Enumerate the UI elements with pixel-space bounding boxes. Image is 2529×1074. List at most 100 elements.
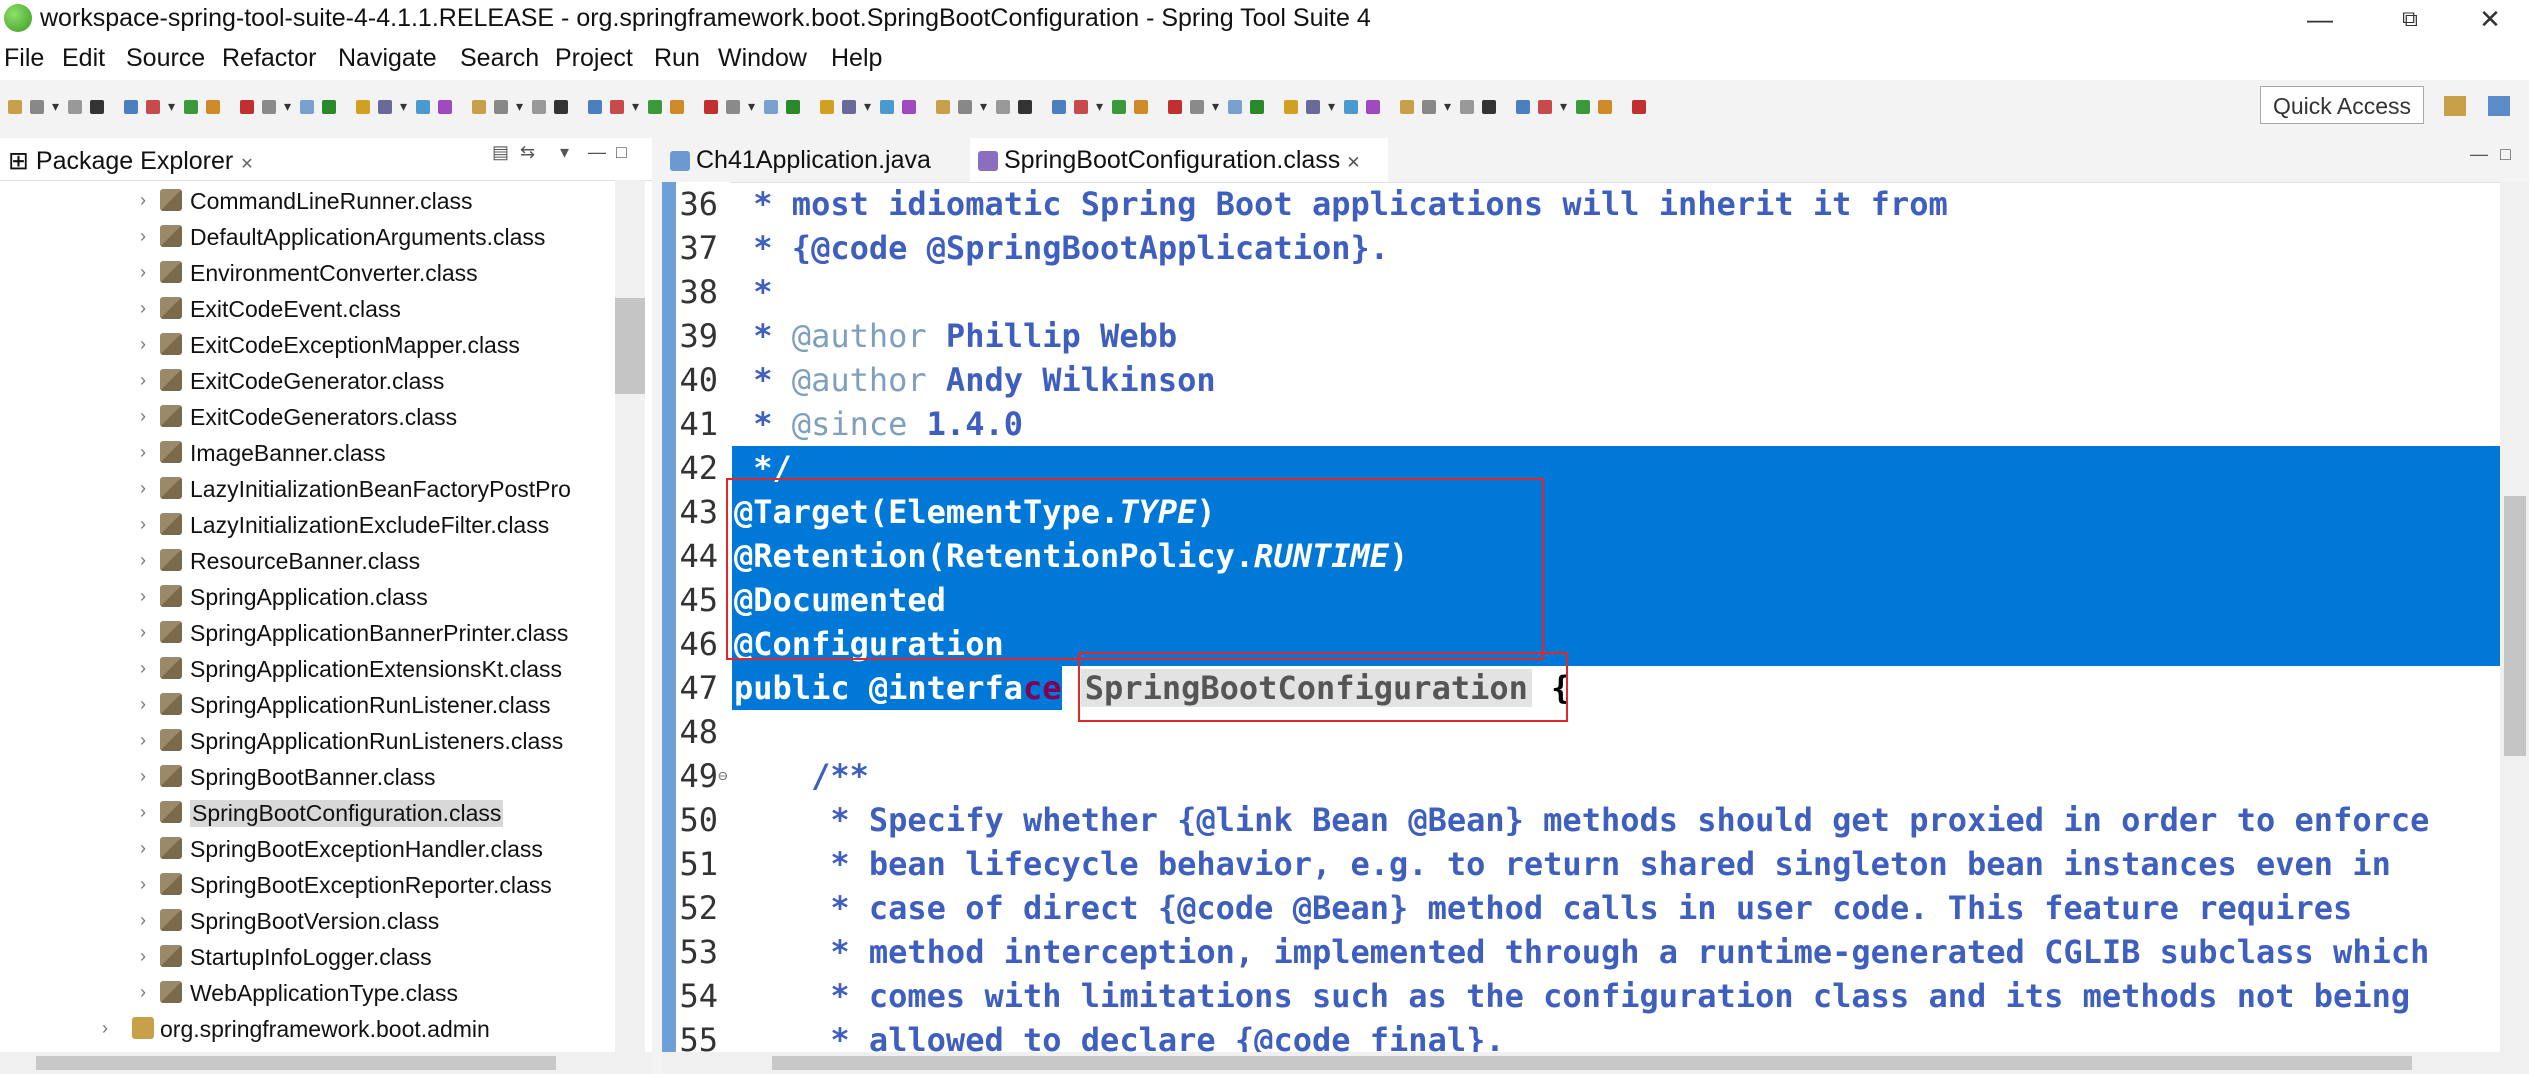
toolbar-dropdown-arrow-icon[interactable]: ▾ (400, 98, 407, 115)
toolbar-action-icon[interactable] (1538, 100, 1552, 114)
toolbar-action-icon[interactable] (1366, 100, 1380, 114)
menu-search[interactable]: Search (460, 44, 539, 73)
tree-class-item[interactable]: › SpringBootBanner.class (0, 760, 615, 796)
toolbar-action-icon[interactable] (764, 100, 778, 114)
toolbar-action-icon[interactable] (554, 100, 568, 114)
tree-class-item[interactable]: › ExitCodeExceptionMapper.class (0, 328, 615, 364)
toolbar-action-icon[interactable] (820, 100, 834, 114)
view-menu-icon[interactable]: ▾ (560, 142, 569, 163)
tree-class-item[interactable]: › EnvironmentConverter.class (0, 256, 615, 292)
tree-class-item[interactable]: › ExitCodeEvent.class (0, 292, 615, 328)
expand-chevron-icon[interactable]: › (140, 298, 146, 319)
expand-chevron-icon[interactable]: › (140, 874, 146, 895)
restore-button[interactable]: ⧉ (2380, 2, 2440, 36)
menu-source[interactable]: Source (126, 44, 205, 73)
toolbar-action-icon[interactable] (1516, 100, 1530, 114)
expand-chevron-icon[interactable]: › (140, 442, 146, 463)
code-line[interactable]: 37 * {@code @SpringBootApplication}. (676, 226, 2500, 270)
tree-class-item[interactable]: › ExitCodeGenerator.class (0, 364, 615, 400)
toolbar-action-icon[interactable] (936, 100, 950, 114)
toolbar-action-icon[interactable] (610, 100, 624, 114)
toolbar-action-icon[interactable] (300, 100, 314, 114)
toolbar-action-icon[interactable] (670, 100, 684, 114)
code-line[interactable]: 48 (676, 710, 2500, 754)
tab-close-icon[interactable]: ✕ (1346, 153, 1360, 172)
expand-chevron-icon[interactable]: › (140, 262, 146, 283)
toolbar-dropdown-arrow-icon[interactable]: ▾ (980, 98, 987, 115)
expand-chevron-icon[interactable]: › (140, 622, 146, 643)
toolbar-dropdown-arrow-icon[interactable]: ▾ (1444, 98, 1451, 115)
toolbar-action-icon[interactable] (1190, 100, 1204, 114)
toolbar-action-icon[interactable] (494, 100, 508, 114)
expand-chevron-icon[interactable]: › (140, 478, 146, 499)
toolbar-action-icon[interactable] (648, 100, 662, 114)
toolbar-action-icon[interactable] (206, 100, 220, 114)
code-line[interactable]: 40 * @author Andy Wilkinson (676, 358, 2500, 402)
tree-class-item[interactable]: › SpringBootVersion.class (0, 904, 615, 940)
tree-class-item[interactable]: › SpringBootExceptionReporter.class (0, 868, 615, 904)
editor-scroll-thumb[interactable] (2504, 496, 2526, 756)
menu-file[interactable]: File (4, 44, 44, 73)
quick-access-field[interactable]: Quick Access (2260, 86, 2424, 124)
expand-chevron-icon[interactable]: › (140, 694, 146, 715)
toolbar-dropdown-arrow-icon[interactable]: ▾ (52, 98, 59, 115)
expand-chevron-icon[interactable]: › (140, 730, 146, 751)
tree-package-item[interactable]: › org.springframework.boot.admin (0, 1012, 615, 1048)
toolbar-action-icon[interactable] (1306, 100, 1320, 114)
toolbar-action-icon[interactable] (1284, 100, 1298, 114)
toolbar-action-icon[interactable] (1460, 100, 1474, 114)
expand-chevron-icon[interactable]: › (140, 586, 146, 607)
tree-class-item[interactable]: › SpringApplicationRunListeners.class (0, 724, 615, 760)
tab-ch41application[interactable]: Ch41Application.java (662, 138, 970, 182)
toolbar-action-icon[interactable] (1576, 100, 1590, 114)
java-perspective-icon[interactable] (2488, 96, 2510, 116)
code-line[interactable]: 38 * (676, 270, 2500, 314)
toolbar-action-icon[interactable] (1168, 100, 1182, 114)
toolbar-action-icon[interactable] (704, 100, 718, 114)
minimize-view-icon[interactable]: — (588, 142, 606, 163)
toolbar-dropdown-arrow-icon[interactable]: ▾ (1212, 98, 1219, 115)
toolbar-action-icon[interactable] (1400, 100, 1414, 114)
toolbar-action-icon[interactable] (726, 100, 740, 114)
fold-toggle-icon[interactable]: ⊖ (718, 754, 728, 798)
toolbar-action-icon[interactable] (842, 100, 856, 114)
toolbar-action-icon[interactable] (1228, 100, 1242, 114)
minimize-button[interactable]: — (2290, 2, 2350, 36)
expand-chevron-icon[interactable]: › (140, 658, 146, 679)
tree-class-item[interactable]: › WebApplicationType.class (0, 976, 615, 1012)
code-line[interactable]: 55 * allowed to declare {@code final}. (676, 1018, 2500, 1052)
menu-edit[interactable]: Edit (62, 44, 105, 73)
code-line[interactable]: 52 * case of direct {@code @Bean} method… (676, 886, 2500, 930)
toolbar-action-icon[interactable] (786, 100, 800, 114)
toolbar-action-icon[interactable] (8, 100, 22, 114)
toolbar-action-icon[interactable] (880, 100, 894, 114)
toolbar-action-icon[interactable] (1598, 100, 1612, 114)
toolbar-action-icon[interactable] (68, 100, 82, 114)
editor-hscroll-thumb[interactable] (772, 1056, 2412, 1070)
tree-class-item[interactable]: › SpringBootConfiguration.class (0, 796, 615, 832)
collapse-all-icon[interactable]: ▤ (492, 142, 509, 163)
expand-chevron-icon[interactable]: › (140, 766, 146, 787)
menu-project[interactable]: Project (555, 44, 633, 73)
toolbar-action-icon[interactable] (1250, 100, 1264, 114)
tree-class-item[interactable]: › DefaultApplicationArguments.class (0, 220, 615, 256)
toolbar-dropdown-arrow-icon[interactable]: ▾ (864, 98, 871, 115)
toolbar-action-icon[interactable] (438, 100, 452, 114)
expand-chevron-icon[interactable]: › (140, 946, 146, 967)
maximize-view-icon[interactable]: □ (616, 142, 627, 163)
toolbar-dropdown-arrow-icon[interactable]: ▾ (168, 98, 175, 115)
menu-window[interactable]: Window (718, 44, 807, 73)
toolbar-action-icon[interactable] (1052, 100, 1066, 114)
tree-class-item[interactable]: › LazyInitializationBeanFactoryPostPro (0, 472, 615, 508)
tree-class-item[interactable]: › SpringApplicationRunListener.class (0, 688, 615, 724)
code-line[interactable]: 49 ⊖ /** (676, 754, 2500, 798)
toolbar-dropdown-arrow-icon[interactable]: ▾ (284, 98, 291, 115)
tree-class-item[interactable]: › ImageBanner.class (0, 436, 615, 472)
menu-run[interactable]: Run (654, 44, 700, 73)
toolbar-action-icon[interactable] (1134, 100, 1148, 114)
toolbar-dropdown-arrow-icon[interactable]: ▾ (1560, 98, 1567, 115)
toolbar-action-icon[interactable] (1074, 100, 1088, 114)
expand-chevron-icon[interactable]: › (140, 226, 146, 247)
tree-class-item[interactable]: › ResourceBanner.class (0, 544, 615, 580)
code-line[interactable]: 39 * @author Phillip Webb (676, 314, 2500, 358)
